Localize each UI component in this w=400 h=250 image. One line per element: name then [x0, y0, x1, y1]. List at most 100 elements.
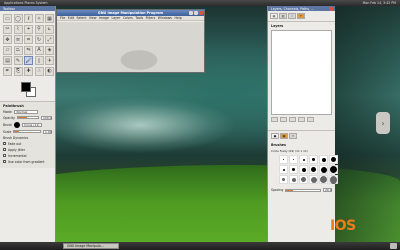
scale-value[interactable]: 1.00	[43, 129, 52, 134]
image-window-titlebar[interactable]: GNU Image Manipulation Program	[57, 10, 204, 16]
brush-cell[interactable]	[329, 175, 338, 184]
scale-icon[interactable]: ⤢	[45, 35, 54, 44]
tab-gradients-icon[interactable]: ▭	[289, 133, 297, 139]
raise-layer-button[interactable]	[280, 117, 287, 122]
menu-layer[interactable]: Layer	[111, 16, 120, 20]
minimize-button[interactable]	[189, 11, 193, 15]
brush-dynamics-expander[interactable]: Brush Dynamics	[3, 136, 28, 140]
brush-preview[interactable]	[13, 121, 20, 128]
ink-icon[interactable]: ✒	[3, 66, 12, 76]
brush-cell[interactable]	[309, 155, 318, 164]
opacity-value[interactable]: 100.0	[41, 115, 52, 120]
perspective-icon[interactable]: ⏢	[13, 45, 23, 55]
tab-patterns-icon[interactable]: ▦	[280, 133, 288, 139]
menu-windows[interactable]: Windows	[158, 16, 172, 20]
ellipse-select-icon[interactable]: ◯	[13, 14, 23, 23]
shear-icon[interactable]: ▱	[3, 45, 12, 55]
scale-slider[interactable]	[13, 130, 41, 133]
brush-cell[interactable]	[299, 175, 308, 184]
airbrush-icon[interactable]: ✈	[45, 56, 54, 65]
dodge-burn-icon[interactable]: ◐	[45, 66, 54, 76]
menu-tools[interactable]: Tools	[135, 16, 143, 20]
duplicate-layer-button[interactable]	[298, 117, 305, 122]
brush-cell[interactable]	[319, 165, 328, 174]
rect-select-icon[interactable]: ▭	[3, 14, 12, 23]
tab-paths-icon[interactable]: ⌇	[288, 13, 296, 19]
menu-help[interactable]: Help	[174, 16, 181, 20]
fuzzy-select-icon[interactable]: ✧	[34, 14, 44, 23]
menu-image[interactable]: Image	[99, 16, 109, 20]
taskbar-gimp-button[interactable]: GNU Image Manipula...	[63, 243, 119, 249]
brush-cell[interactable]	[299, 155, 308, 164]
brush-cell[interactable]	[299, 165, 308, 174]
menu-edit[interactable]: Edit	[68, 16, 74, 20]
spacing-value[interactable]: 20.0	[323, 188, 332, 192]
tab-channels-icon[interactable]: ▥	[279, 13, 287, 19]
move-icon[interactable]: ✥	[3, 35, 12, 44]
menu-colors[interactable]: Colors	[123, 16, 133, 20]
brush-cell[interactable]	[319, 175, 328, 184]
next-arrow-icon[interactable]: ›	[376, 112, 390, 134]
incremental-checkbox[interactable]	[3, 154, 6, 157]
brush-label: Brush	[3, 122, 12, 127]
brush-cell[interactable]	[319, 155, 328, 164]
delete-layer-button[interactable]	[307, 117, 314, 122]
align-icon[interactable]: ≡	[13, 35, 23, 44]
color-select-icon[interactable]: ▦	[45, 14, 54, 23]
brush-cell[interactable]	[289, 155, 298, 164]
brush-cell[interactable]	[309, 165, 318, 174]
mode-select[interactable]: Normal	[14, 109, 39, 114]
menu-filters[interactable]: Filters	[146, 16, 156, 20]
free-select-icon[interactable]: ℓ	[24, 14, 33, 23]
brush-cell[interactable]	[289, 165, 298, 174]
brush-cell[interactable]	[279, 155, 288, 164]
tab-layers-icon[interactable]: ▤	[270, 13, 278, 19]
brush-cell[interactable]	[289, 175, 298, 184]
paintbrush-icon[interactable]: 🖌	[24, 56, 33, 65]
use-color-gradient-checkbox[interactable]	[3, 160, 6, 163]
lower-layer-button[interactable]	[289, 117, 296, 122]
crop-icon[interactable]: ⌗	[24, 35, 33, 44]
close-button[interactable]	[199, 11, 203, 15]
layers-list[interactable]	[271, 30, 332, 115]
clone-icon[interactable]: ⎘	[13, 66, 23, 76]
bucket-fill-icon[interactable]: ◈	[45, 45, 54, 55]
dock-title[interactable]: Layers, Channels, Paths, ...	[268, 6, 335, 11]
dock-close-button[interactable]	[329, 6, 333, 11]
foreground-color-swatch[interactable]	[21, 81, 31, 92]
zoom-icon[interactable]: ⚲	[34, 24, 44, 34]
fade-out-checkbox[interactable]	[3, 142, 6, 145]
trash-icon[interactable]	[390, 243, 397, 249]
eraser-icon[interactable]: ▯	[34, 56, 44, 65]
brush-cell[interactable]	[309, 175, 318, 184]
apply-jitter-checkbox[interactable]	[3, 148, 6, 151]
measure-icon[interactable]: ⊾	[45, 24, 54, 34]
heal-icon[interactable]: ✚	[24, 66, 33, 76]
opacity-slider[interactable]	[16, 116, 39, 119]
brush-cell[interactable]	[329, 155, 338, 164]
brush-cell[interactable]	[329, 165, 338, 174]
scissors-icon[interactable]: ✂	[3, 24, 12, 34]
smudge-icon[interactable]: ☝	[34, 66, 44, 76]
text-icon[interactable]: A	[34, 45, 44, 55]
spacing-slider[interactable]	[285, 188, 321, 192]
maximize-button[interactable]	[194, 11, 198, 15]
blend-icon[interactable]: ▤	[3, 56, 12, 65]
rotate-icon[interactable]: ↻	[34, 35, 44, 44]
menu-select[interactable]: Select	[77, 16, 87, 20]
menu-file[interactable]: File	[60, 16, 65, 20]
applications-menu[interactable]: Applications Places System	[4, 1, 48, 5]
brush-cell[interactable]	[279, 165, 288, 174]
image-window-title: GNU Image Manipulation Program	[97, 11, 164, 15]
layers-label: Layers	[271, 24, 284, 28]
empty-canvas[interactable]	[57, 22, 204, 72]
color-picker-icon[interactable]: ⌖	[24, 24, 33, 34]
pencil-icon[interactable]: ✎	[13, 56, 23, 65]
flip-icon[interactable]: ⇋	[24, 45, 33, 55]
paths-icon[interactable]: ⌇	[13, 24, 23, 34]
menu-view[interactable]: View	[89, 16, 97, 20]
new-layer-button[interactable]	[271, 117, 278, 122]
brush-cell[interactable]	[279, 175, 288, 184]
tab-undo-icon[interactable]: ↶	[297, 13, 305, 19]
tab-brushes-icon[interactable]: ●	[271, 133, 279, 139]
